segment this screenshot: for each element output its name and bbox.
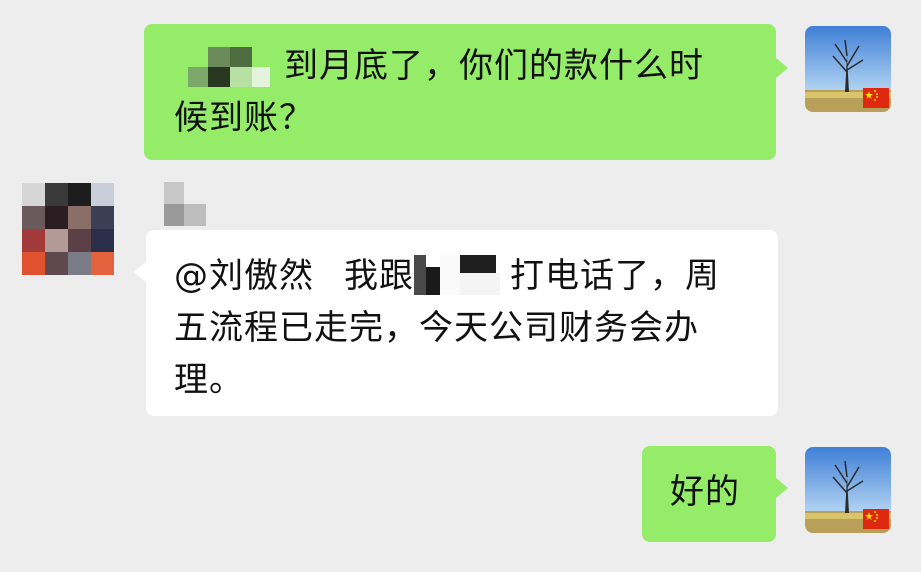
mention-text[interactable]: @刘傲然 bbox=[174, 256, 314, 296]
contact-avatar-redacted[interactable] bbox=[22, 183, 114, 275]
message-text-line: 我跟 bbox=[344, 256, 414, 296]
bubble-tail bbox=[776, 478, 788, 498]
self-avatar[interactable] bbox=[805, 447, 891, 533]
mosaic-redaction bbox=[174, 40, 270, 89]
message-text-line: 打电话了，周 bbox=[510, 256, 720, 296]
message-text-line: 到月底了，你们的款什么时 bbox=[284, 46, 704, 86]
mosaic-redaction bbox=[414, 248, 510, 299]
message-text-line: 好的 bbox=[670, 472, 740, 512]
bubble-tail bbox=[134, 262, 146, 282]
message-text-line: 五流程已走完，今天公司财务会办 bbox=[174, 308, 699, 348]
bubble-tail bbox=[776, 58, 788, 78]
self-avatar[interactable] bbox=[805, 26, 891, 112]
message-text-line: 理。 bbox=[174, 360, 244, 400]
message-bubble-outgoing[interactable]: 好的 bbox=[642, 446, 776, 542]
china-flag-icon bbox=[863, 509, 889, 533]
message-bubble-incoming[interactable]: @刘傲然 我跟 打电话了，周 五流程已走完，今天公司财务会办 理。 bbox=[146, 230, 778, 416]
sender-name-redacted bbox=[160, 182, 210, 232]
message-text-line: 候到账？ bbox=[174, 98, 314, 138]
china-flag-icon bbox=[863, 88, 889, 112]
message-bubble-outgoing[interactable]: 到月底了，你们的款什么时 候到账？ bbox=[144, 24, 776, 160]
